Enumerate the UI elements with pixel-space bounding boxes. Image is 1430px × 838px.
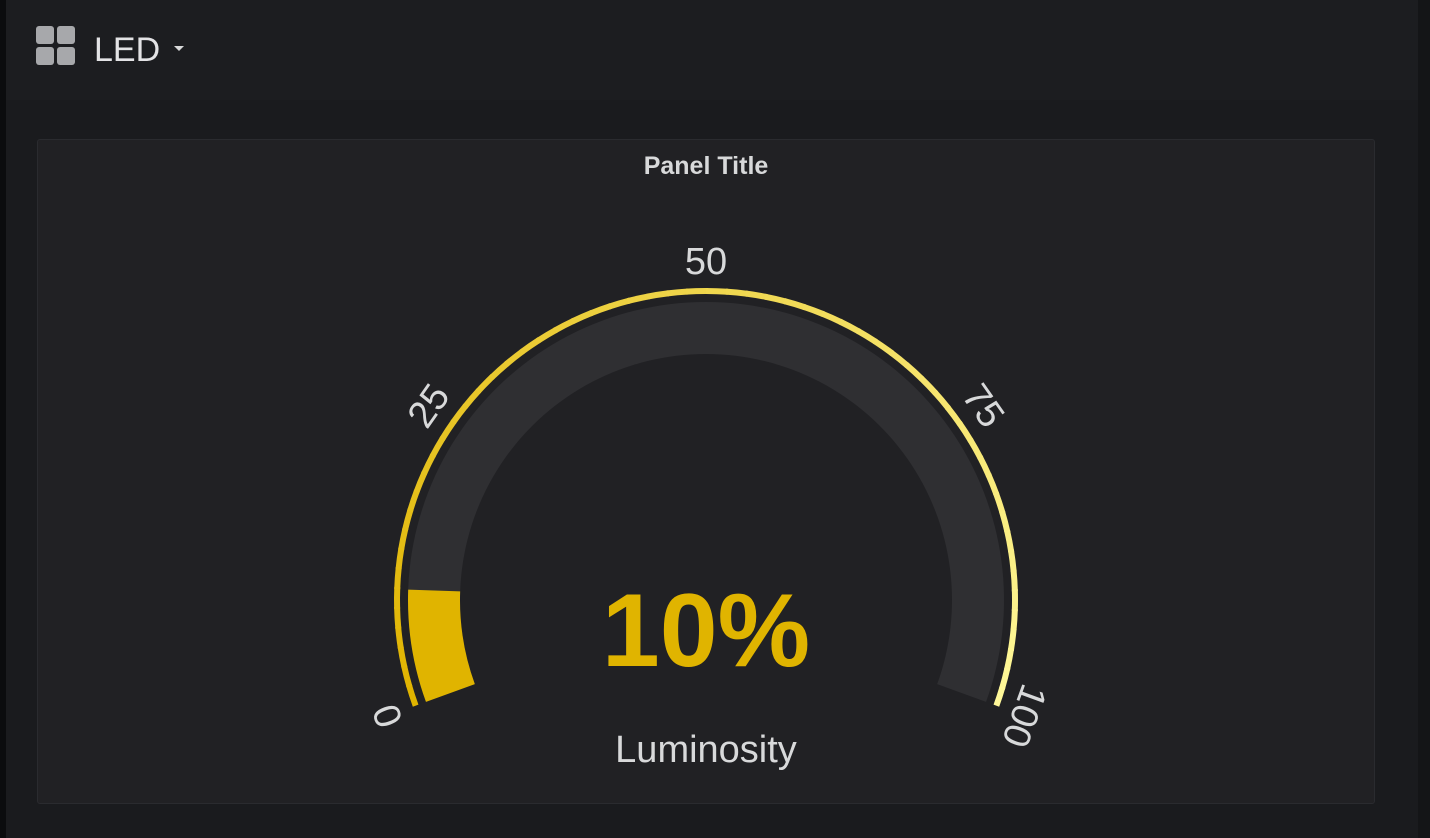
threshold-segment <box>992 491 1006 515</box>
gauge-chart: 0255075100 10% Luminosity <box>365 241 1054 771</box>
gauge-tick-label: 50 <box>685 241 727 283</box>
threshold-segment <box>646 290 670 300</box>
threshold-segment <box>397 645 408 669</box>
threshold-segment <box>395 547 405 570</box>
threshold-segment <box>1010 569 1018 592</box>
threshold-segment <box>401 665 413 688</box>
right-edge <box>1418 0 1430 838</box>
threshold-segment <box>725 288 748 297</box>
threshold-segment <box>395 626 404 649</box>
threshold-segment <box>993 686 1006 707</box>
threshold-segment <box>999 510 1011 534</box>
threshold-segment <box>745 290 768 301</box>
gauge-label: Luminosity <box>615 729 797 771</box>
dashboard-grid-icon[interactable] <box>36 26 76 66</box>
threshold-segment <box>1007 628 1017 651</box>
threshold-segment <box>1007 549 1017 572</box>
gauge-tick-label: 0 <box>365 698 412 732</box>
threshold-segment <box>405 684 419 707</box>
threshold-segment <box>1004 529 1015 553</box>
caret-down-icon[interactable] <box>173 42 185 54</box>
threshold-segment <box>627 293 650 304</box>
gauge-value: 10% <box>602 573 810 689</box>
threshold-segment <box>394 586 401 610</box>
gauge-panel: Panel Title 0 25 50 75 100 10% Luminosity <box>37 139 1375 804</box>
threshold-segment <box>1010 608 1018 632</box>
threshold-segment <box>686 288 709 295</box>
threshold-segment <box>706 288 729 295</box>
threshold-segment <box>394 606 402 630</box>
threshold-segment <box>1011 589 1018 612</box>
gauge-value-arc <box>408 589 475 702</box>
dashboard-header: LED <box>6 0 1430 100</box>
threshold-segment <box>607 297 631 310</box>
threshold-segment <box>394 567 402 590</box>
threshold-segment <box>1004 647 1015 671</box>
dashboard-title[interactable]: LED <box>94 30 160 70</box>
threshold-segment <box>764 293 788 305</box>
threshold-segment <box>398 527 409 551</box>
threshold-segment <box>666 288 689 297</box>
